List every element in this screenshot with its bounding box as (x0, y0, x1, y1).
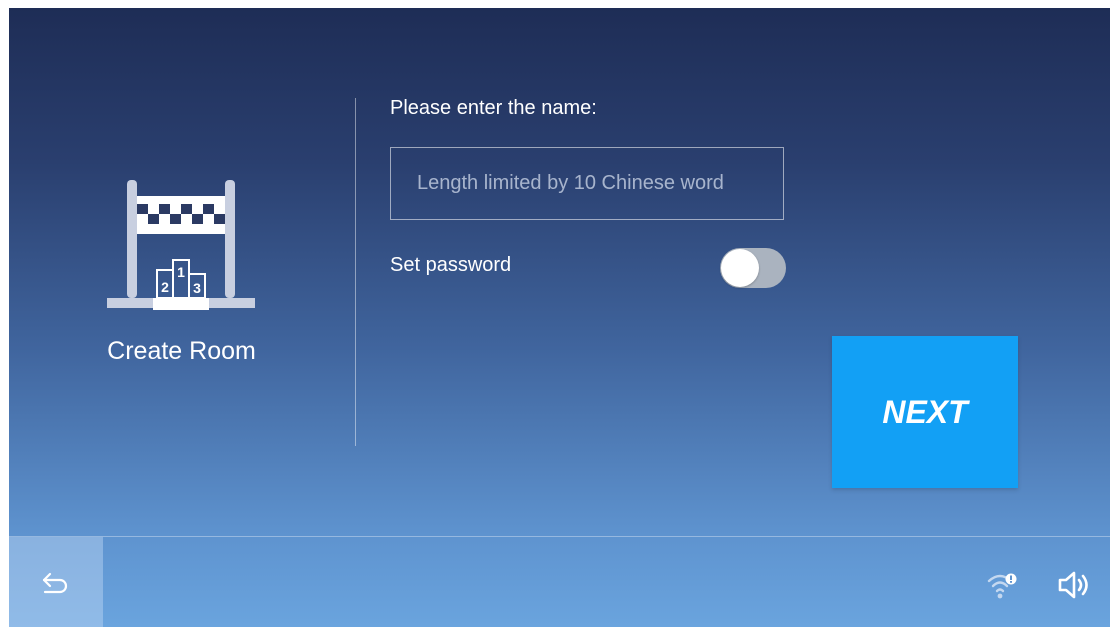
password-toggle[interactable] (720, 248, 786, 288)
toggle-knob (721, 249, 759, 287)
vertical-divider (355, 98, 356, 446)
room-name-placeholder: Length limited by 10 Chinese word (417, 172, 724, 194)
create-room-label: Create Room (107, 337, 256, 365)
back-arrow-icon (42, 572, 68, 593)
set-password-label: Set password (390, 254, 512, 276)
name-label: Please enter the name: (390, 97, 597, 119)
volume-icon[interactable] (1057, 570, 1093, 600)
create-room-screen: 2 1 3 Create Room Please enter the name:… (9, 8, 1110, 627)
back-button[interactable] (9, 537, 103, 627)
podium-number-2: 2 (161, 279, 169, 295)
podium-number-3: 3 (193, 280, 201, 296)
podium-number-1: 1 (177, 264, 185, 280)
bottom-bar (9, 536, 1110, 627)
podium-finish-icon: 2 1 3 (107, 180, 255, 310)
room-name-input[interactable]: Length limited by 10 Chinese word (390, 147, 784, 220)
next-button[interactable]: NEXT (832, 336, 1018, 488)
wifi-alert-icon[interactable] (987, 572, 1017, 600)
